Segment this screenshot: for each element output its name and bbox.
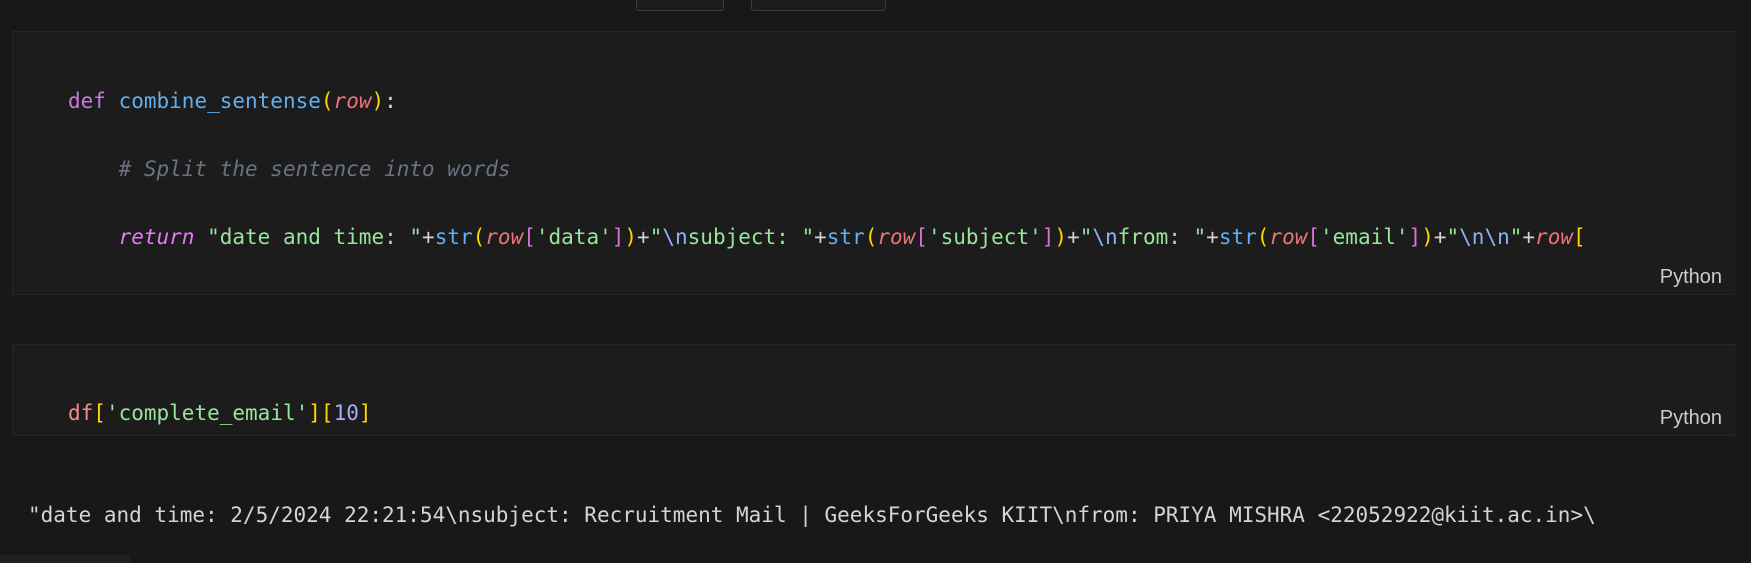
paren: ( — [1256, 225, 1270, 249]
builtin-str: str — [434, 225, 473, 249]
code-line-2: # Split the sentence into words — [68, 152, 1586, 186]
bracket: ] — [1041, 225, 1055, 249]
builtin-str: str — [826, 225, 865, 249]
code-line-1: def combine_sentense(row): — [68, 84, 1586, 118]
string-literal: from: " — [1117, 225, 1207, 249]
number-literal: 10 — [333, 401, 359, 425]
cell-language-label[interactable]: Python — [1660, 266, 1722, 289]
bracket: [ — [320, 401, 334, 425]
bracket: [ — [915, 225, 928, 249]
code-cell-1[interactable]: def combine_sentense(row): # Split the s… — [12, 31, 1735, 385]
operator: + — [1067, 225, 1080, 249]
bracket: [ — [1307, 225, 1321, 249]
cell-toolbar-button-right[interactable] — [751, 0, 886, 11]
operator: + — [1206, 225, 1219, 249]
string-literal: 'complete_email' — [105, 401, 309, 425]
code-editor-2[interactable]: df['complete_email'][10] — [68, 362, 372, 498]
string-literal: 'email' — [1320, 225, 1409, 249]
bracket: [ — [93, 401, 106, 425]
operator: + — [1522, 225, 1536, 249]
escape-sequence: \n — [662, 225, 688, 249]
paren: ) — [1421, 225, 1434, 249]
escape-sequence: \n — [1092, 225, 1118, 249]
paren: ( — [472, 225, 486, 249]
operator: + — [814, 225, 827, 249]
bracket: [ — [1572, 225, 1586, 249]
param-row: row — [877, 225, 916, 249]
string-literal: subject: " — [687, 225, 815, 249]
param-row: row — [333, 89, 372, 113]
operator: + — [637, 225, 650, 249]
return-keyword: return — [118, 225, 195, 249]
paren-close: ) — [371, 89, 385, 113]
code-comment: # Split the sentence into words — [118, 157, 511, 181]
bracket: ] — [1408, 225, 1422, 249]
paren: ) — [624, 225, 638, 249]
bottom-panel-edge — [0, 555, 130, 563]
builtin-str: str — [1218, 225, 1257, 249]
string-literal: " — [1079, 225, 1093, 249]
param-row: row — [1535, 225, 1573, 249]
string-literal: "date and time: " — [207, 225, 423, 249]
string-literal: " — [1446, 225, 1460, 249]
operator: + — [1433, 225, 1447, 249]
string-literal: 'data' — [535, 225, 612, 249]
cell-language-label[interactable]: Python — [1660, 407, 1722, 430]
bracket: ] — [308, 401, 321, 425]
string-literal: " — [649, 225, 663, 249]
param-row: row — [1269, 225, 1308, 249]
param-row: row — [485, 225, 524, 249]
bracket: [ — [523, 225, 536, 249]
cell-toolbar-button-left[interactable] — [636, 0, 724, 11]
function-name: combine_sentense — [118, 89, 321, 113]
code-line-1: df['complete_email'][10] — [68, 396, 372, 430]
cell-output-text: "date and time: 2/5/2024 22:21:54\nsubje… — [28, 503, 1596, 527]
paren: ( — [864, 225, 878, 249]
variable-df: df — [68, 401, 94, 425]
code-line-3: return "date and time: "+str(row['data']… — [68, 220, 1586, 254]
escape-sequence: \n\n — [1459, 225, 1510, 249]
string-literal: 'subject' — [927, 225, 1042, 249]
bracket: ] — [358, 401, 372, 425]
bracket: ] — [611, 225, 625, 249]
def-keyword: def — [68, 89, 106, 113]
code-cell-2[interactable]: df['complete_email'][10] Python — [12, 344, 1735, 436]
paren: ) — [1054, 225, 1068, 249]
paren-open: ( — [320, 89, 334, 113]
string-literal: " — [1509, 225, 1523, 249]
operator: + — [422, 225, 435, 249]
colon: : — [384, 89, 397, 113]
